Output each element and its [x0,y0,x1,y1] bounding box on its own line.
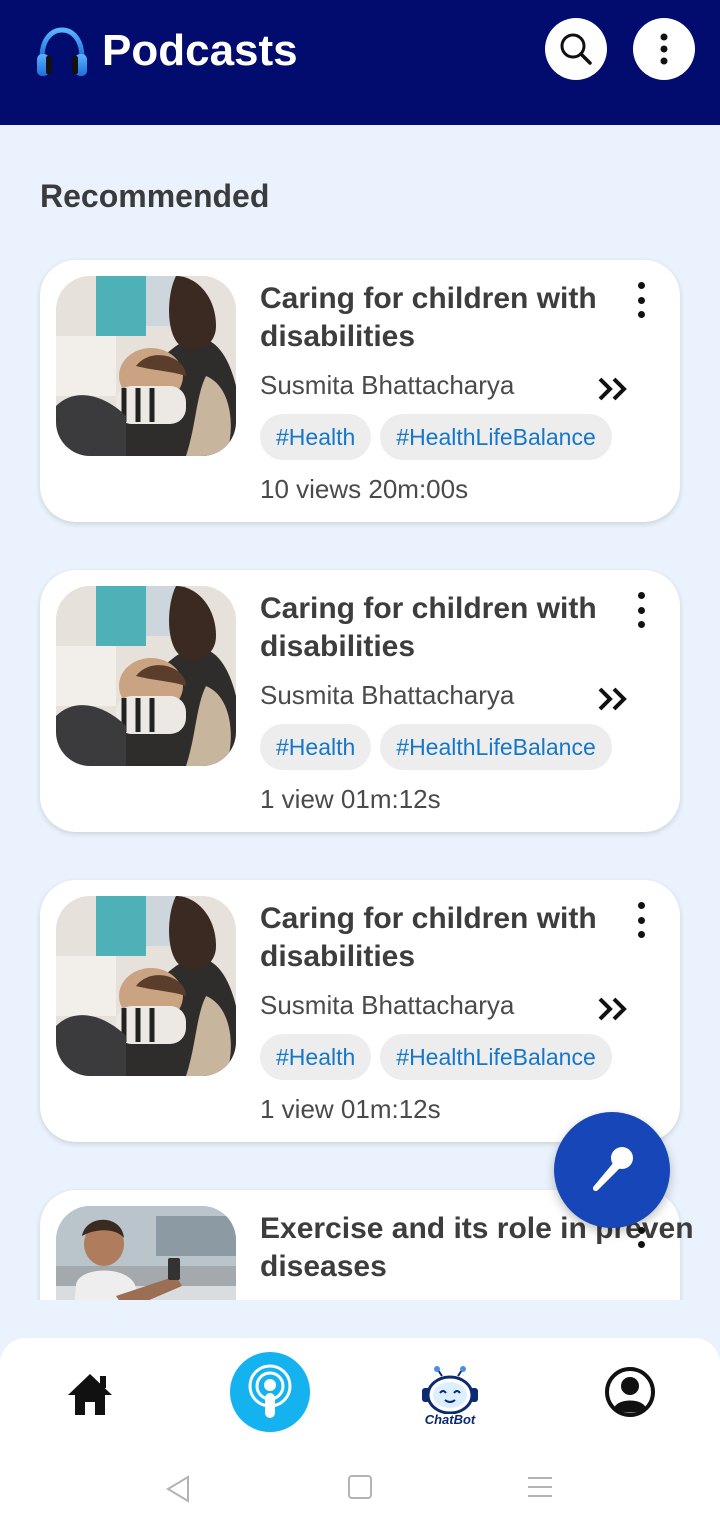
microphone-icon [592,1147,633,1192]
tag-chip[interactable]: #Health [260,1034,372,1080]
chevron-double-right-icon[interactable] [596,684,632,714]
chatbot-icon [422,1365,478,1414]
more-vertical-icon[interactable] [626,592,656,628]
more-vertical-icon [660,33,668,65]
podcast-title[interactable]: Caring for children with disabilities [260,590,620,666]
chevron-double-right-icon[interactable] [596,374,632,404]
system-navigation-bar [0,1460,720,1520]
profile-icon [605,1367,655,1417]
tag-chip[interactable]: #HealthLifeBalance [380,414,612,460]
search-button[interactable] [545,18,607,80]
podcast-icon [248,1364,292,1418]
podcast-title[interactable]: Caring for children with disabilities [260,900,620,976]
podcast-author: Susmita Bhattacharya [260,370,515,400]
headphones-icon [37,27,87,76]
more-vertical-icon[interactable] [626,902,656,938]
more-vertical-icon[interactable] [626,282,656,318]
nav-profile[interactable] [604,1366,656,1418]
podcast-title[interactable]: Caring for children with disabilities [260,280,620,356]
podcast-thumbnail [56,586,236,766]
podcast-meta: 1 view 01m:12s [260,1094,441,1124]
chevron-double-right-icon[interactable] [596,994,632,1024]
podcast-author: Susmita Bhattacharya [260,990,515,1020]
tag-list: #Health #HealthLifeBalance [260,414,612,460]
tag-chip[interactable]: #Health [260,414,372,460]
back-icon[interactable] [164,1474,192,1504]
nav-podcasts[interactable] [230,1352,310,1432]
nav-chatbot[interactable]: ChatBot [412,1358,488,1432]
app-bar: Podcasts [0,0,720,125]
podcast-thumbnail [56,1206,236,1300]
bottom-navigation: ChatBot [0,1338,720,1533]
podcast-thumbnail [56,896,236,1076]
podcast-thumbnail [56,276,236,456]
podcast-card[interactable]: Caring for children with disabilities Su… [40,260,680,522]
more-options-button[interactable] [633,18,695,80]
chatbot-label: ChatBot [424,1411,476,1427]
podcast-meta: 10 views 20m:00s [260,474,469,504]
tag-chip[interactable]: #HealthLifeBalance [380,1034,612,1080]
search-icon [560,33,592,65]
nav-home[interactable] [62,1366,118,1422]
recents-icon[interactable] [347,1474,373,1500]
record-podcast-button[interactable] [554,1112,670,1228]
tag-chip[interactable]: #Health [260,724,372,770]
tag-list: #Health #HealthLifeBalance [260,724,612,770]
podcast-meta: 1 view 01m:12s [260,784,441,814]
section-title: Recommended [40,178,270,214]
home-icon [68,1374,112,1415]
podcast-author: Susmita Bhattacharya [260,680,515,710]
app-title: Podcasts [102,26,298,75]
tag-list: #Health #HealthLifeBalance [260,1034,612,1080]
menu-icon[interactable] [527,1474,553,1500]
podcast-card[interactable]: Caring for children with disabilities Su… [40,880,680,1142]
podcast-card[interactable]: Caring for children with disabilities Su… [40,570,680,832]
tag-chip[interactable]: #HealthLifeBalance [380,724,612,770]
